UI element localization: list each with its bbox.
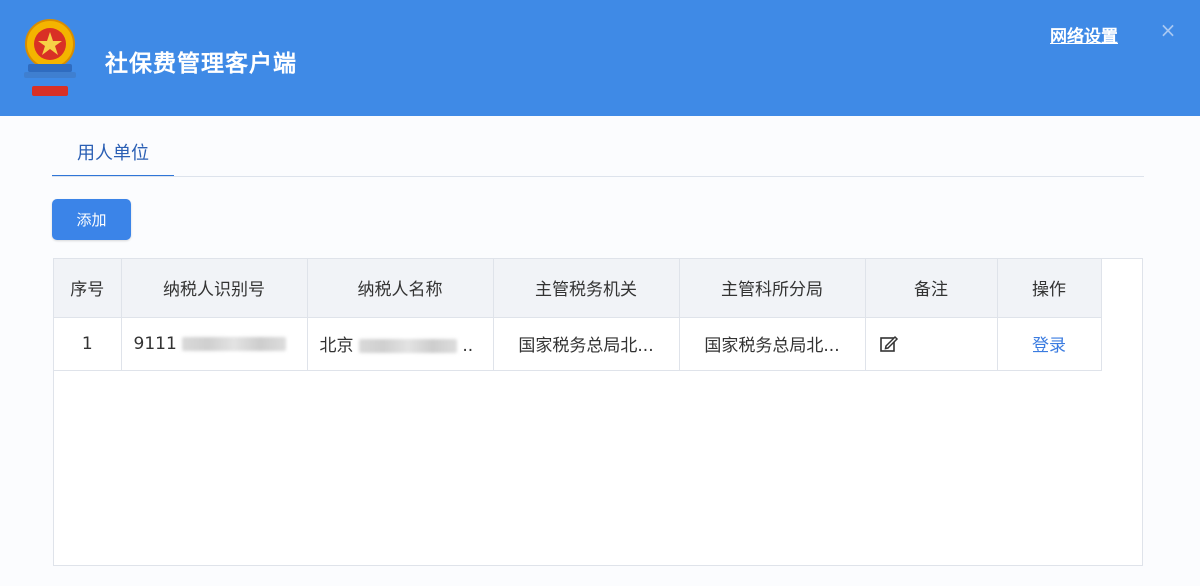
cell-taxpayer-name: 北京 .. bbox=[307, 317, 494, 371]
table-header-row: 序号 纳税人识别号 纳税人名称 主管税务机关 主管科所分局 备注 操作 bbox=[54, 259, 1102, 318]
app-title: 社保费管理客户端 bbox=[105, 51, 297, 77]
taxpayer-name-text: 北京 bbox=[319, 336, 354, 356]
column-header-index: 序号 bbox=[54, 259, 122, 318]
cell-tax-branch: 国家税务总局北... bbox=[679, 317, 866, 371]
tab-divider bbox=[52, 176, 1144, 177]
taxpayer-name-ellipsis: .. bbox=[462, 336, 474, 356]
cell-action: 登录 bbox=[997, 317, 1102, 371]
column-header-taxpayer-name: 纳税人名称 bbox=[307, 259, 494, 318]
cell-index: 1 bbox=[54, 317, 122, 371]
cell-tax-authority: 国家税务总局北... bbox=[493, 317, 680, 371]
tax-emblem-logo bbox=[24, 19, 76, 96]
column-header-remark: 备注 bbox=[865, 259, 998, 318]
login-link[interactable]: 登录 bbox=[1032, 336, 1066, 356]
edit-icon[interactable] bbox=[878, 333, 900, 355]
column-header-action: 操作 bbox=[997, 259, 1102, 318]
network-settings-link[interactable]: 网络设置 bbox=[1050, 22, 1118, 47]
add-button[interactable]: 添加 bbox=[52, 199, 131, 240]
taxpayer-id-text: 9111 bbox=[133, 333, 177, 354]
tab-employer[interactable]: 用人单位 bbox=[52, 139, 174, 177]
column-header-taxpayer-id: 纳税人识别号 bbox=[121, 259, 308, 318]
cell-remark bbox=[865, 317, 998, 371]
app-window: 社保费管理客户端 网络设置 × 用人单位 添加 序号 纳税人识别号 纳税人名称 … bbox=[0, 0, 1200, 586]
employer-table: 序号 纳税人识别号 纳税人名称 主管税务机关 主管科所分局 备注 操作 1 91… bbox=[53, 258, 1143, 566]
column-header-tax-authority: 主管税务机关 bbox=[493, 259, 680, 318]
column-header-tax-branch: 主管科所分局 bbox=[679, 259, 866, 318]
redacted-blur bbox=[358, 339, 457, 353]
employer-grid: 序号 纳税人识别号 纳税人名称 主管税务机关 主管科所分局 备注 操作 1 91… bbox=[54, 259, 1102, 371]
close-icon[interactable]: × bbox=[1158, 20, 1178, 40]
redacted-blur bbox=[182, 336, 287, 351]
table-row[interactable]: 1 9111 北京 .. 国家税务总局北... 国家税务总局北... 登录 bbox=[54, 317, 1102, 371]
cell-taxpayer-id: 9111 bbox=[121, 317, 308, 371]
title-bar: 社保费管理客户端 网络设置 × bbox=[0, 0, 1200, 116]
